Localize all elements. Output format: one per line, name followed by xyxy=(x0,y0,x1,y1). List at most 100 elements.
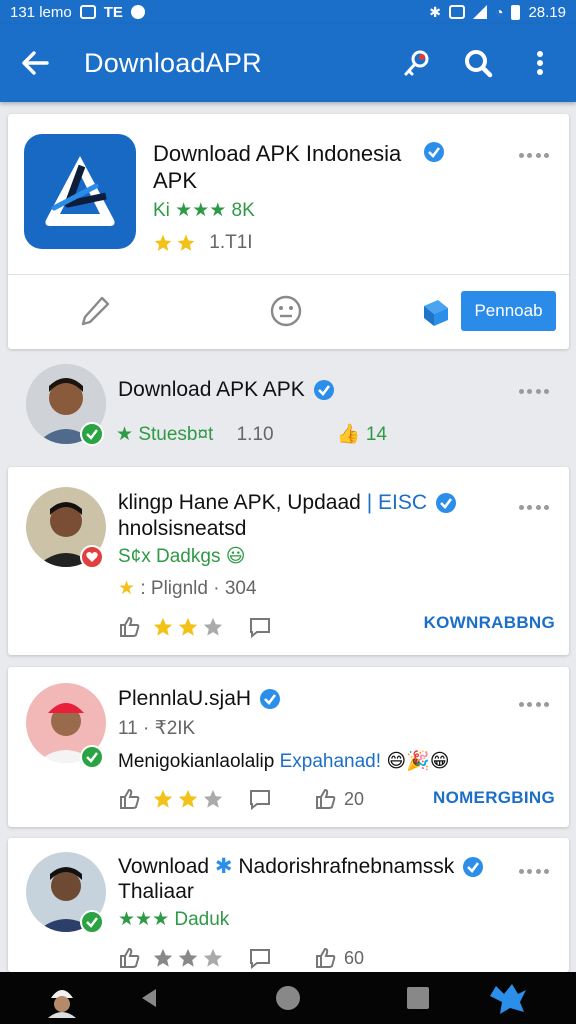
verified-icon xyxy=(463,857,484,878)
nav-recents-button[interactable] xyxy=(403,972,433,1024)
more-options-button[interactable] xyxy=(519,500,549,514)
more-options-button[interactable] xyxy=(519,864,549,878)
more-vertical-icon xyxy=(537,51,543,75)
battery-icon xyxy=(511,4,521,20)
cube-icon[interactable] xyxy=(420,296,452,328)
like-icon[interactable] xyxy=(118,615,142,639)
emoji-icons: 😄🎉😁 xyxy=(386,751,450,772)
post-card-2[interactable]: klingp Hane APK, Updaad | EISC hnolsisne… xyxy=(8,467,569,655)
post-author: Download APK APK xyxy=(118,378,335,402)
rating-stars xyxy=(152,947,224,969)
online-badge xyxy=(80,422,104,446)
emoji-icon: 😃 xyxy=(225,546,246,567)
featured-downloads-row: 1.T1I xyxy=(153,232,253,254)
key-icon xyxy=(404,50,429,76)
nav-back-button[interactable] xyxy=(134,972,164,1024)
verified-icon xyxy=(260,689,281,710)
post-subtitle: Thaliaar xyxy=(118,880,194,903)
post-actions xyxy=(118,615,272,639)
post-meta-count: 1.10 xyxy=(236,424,274,445)
featured-title-line2: APK xyxy=(153,168,198,193)
back-button[interactable] xyxy=(0,24,70,102)
verified-icon xyxy=(436,493,456,514)
featured-downloads: 1.T1I xyxy=(209,232,253,253)
search-icon xyxy=(465,50,493,78)
system-nav-bar xyxy=(0,972,576,1024)
app-title: DownloadAPR xyxy=(84,47,262,78)
post-author: PlennlaU.sjaH xyxy=(118,687,281,711)
post-text: Menigokianlaolalip Expahanad! 😄🎉😁 xyxy=(118,751,450,772)
post-tagline: S¢x Dadkgs 😃 xyxy=(118,546,246,567)
nav-recents-icon xyxy=(407,987,429,1009)
nav-back-icon xyxy=(142,989,156,1007)
post-actions: 20 xyxy=(118,787,364,811)
sparkle-icon: ✱ xyxy=(214,855,233,878)
assistant-icon xyxy=(490,984,526,1014)
heart-badge xyxy=(80,545,104,569)
post-meta-label: Stuesb¤t xyxy=(138,424,214,445)
post-likes: 14 xyxy=(365,424,387,445)
online-badge xyxy=(80,910,104,934)
key-button[interactable] xyxy=(396,43,436,83)
post-author: Vownload ✱ Nadorishrafnebnamssk xyxy=(118,854,484,879)
search-button[interactable] xyxy=(458,43,498,83)
nav-assistant-button[interactable] xyxy=(486,972,530,1024)
post-tagline: ★★★ Daduk xyxy=(118,909,230,930)
featured-rating: Ki ★★★ 8K xyxy=(153,200,255,221)
star-icon: ★ xyxy=(118,578,136,599)
rating-stars xyxy=(152,788,224,810)
status-icon-text: TE xyxy=(103,3,123,21)
star-icon: ★ xyxy=(116,424,134,445)
thumbs-up-icon[interactable] xyxy=(314,787,338,811)
thumbs-up-icon[interactable]: 👍 xyxy=(337,424,361,445)
status-time: 131 lemo xyxy=(10,3,72,21)
more-options-button[interactable] xyxy=(519,384,549,398)
post-meta: ★ : Plignld · 304 xyxy=(118,578,257,599)
post-actions: 60 xyxy=(118,946,364,970)
rating-stars xyxy=(152,616,224,638)
comment-icon[interactable] xyxy=(248,946,272,970)
featured-title-line1: Download APK Indonesia xyxy=(153,141,402,166)
comment-icon[interactable] xyxy=(248,787,272,811)
overflow-menu-button[interactable] xyxy=(520,43,560,83)
bluetooth-icon: ✱ xyxy=(429,3,441,20)
online-badge xyxy=(80,745,104,769)
post-subtitle: 11 · ₹2IK xyxy=(118,718,196,739)
notification-dot-icon xyxy=(130,5,145,19)
featured-app-card[interactable]: Download APK Indonesia APK Ki ★★★ 8K 1.T… xyxy=(8,114,569,349)
comment-icon[interactable] xyxy=(248,615,272,639)
nav-home-button[interactable] xyxy=(273,972,303,1024)
post-subtitle: hnolsisneatsd xyxy=(118,517,247,540)
nav-home-icon xyxy=(276,986,300,1010)
post-author: klingp Hane APK, Updaad | EISC xyxy=(118,491,457,515)
emoji-neutral-icon[interactable] xyxy=(269,294,303,328)
post-card-4[interactable]: Vownload ✱ Nadorishrafnebnamssk Thaliaar… xyxy=(8,838,569,972)
profile-avatar-button[interactable] xyxy=(42,972,82,1024)
pen-icon[interactable] xyxy=(78,294,112,328)
post-card-3[interactable]: PlennlaU.sjaH 11 · ₹2IK Menigokianlaolal… xyxy=(8,667,569,827)
like-icon[interactable] xyxy=(118,787,142,811)
app-logo[interactable] xyxy=(24,134,136,249)
verified-icon xyxy=(424,142,444,162)
download-link[interactable]: KOWNRABBNG xyxy=(424,613,555,633)
verified-icon xyxy=(313,380,334,401)
like-icon[interactable] xyxy=(118,946,142,970)
vibrate-icon xyxy=(448,5,465,19)
wifi-icon: ◔ xyxy=(494,4,504,20)
thumbs-up-icon[interactable] xyxy=(314,946,338,970)
app-logo-icon xyxy=(45,156,115,226)
app-bar: DownloadAPR xyxy=(0,24,576,102)
post-item-1[interactable]: Download APK APK ★ Stuesb¤t 1.10 👍 14 xyxy=(8,358,569,456)
download-button[interactable]: Pennoab xyxy=(461,291,556,331)
featured-divider xyxy=(8,274,569,275)
more-options-button[interactable] xyxy=(519,148,549,162)
featured-stars xyxy=(153,233,196,253)
post-meta: ★ Stuesb¤t 1.10 👍 14 xyxy=(116,422,387,446)
download-link[interactable]: NOMERGBING xyxy=(433,788,555,808)
post-author-suffix: | EISC xyxy=(366,491,427,514)
post-likes: 60 xyxy=(344,947,365,968)
signal-icon xyxy=(472,5,487,19)
more-options-button[interactable] xyxy=(519,697,549,711)
profile-avatar-icon xyxy=(48,990,76,1018)
battery-text: 28.19 xyxy=(528,3,566,21)
